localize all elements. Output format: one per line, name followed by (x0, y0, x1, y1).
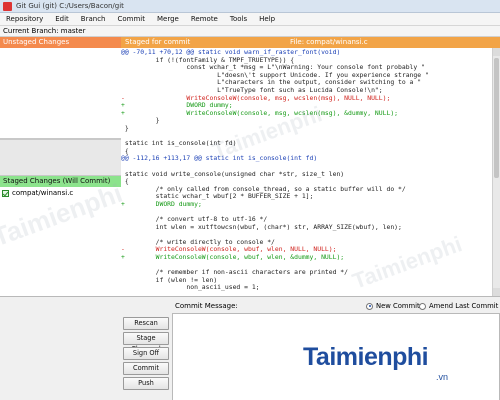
diff-line-ctx: static void write_console(unsigned char … (121, 169, 345, 178)
window-title: Git Gui (git) C:/Users/Bacon/git (16, 2, 124, 10)
rescan-button[interactable]: Rescan (123, 317, 169, 330)
action-buttons: Rescan Stage Changed Sign Off Commit Pus… (121, 297, 171, 400)
unstaged-changes-header: Unstaged Changes (0, 37, 121, 48)
menu-tools[interactable]: Tools (224, 15, 253, 23)
diff-line-ctx: } (121, 116, 160, 125)
menu-branch[interactable]: Branch (75, 15, 112, 23)
diff-viewer[interactable]: @@ -70,11 +70,12 @@ static void warn_if_… (121, 48, 492, 296)
commit-button[interactable]: Commit (123, 362, 169, 375)
radio-unselected-icon[interactable] (419, 302, 426, 310)
scroll-up-arrow-icon[interactable] (493, 48, 500, 56)
diff-line-ctx: int wlen = xutftowcsn(wbuf, (char*) str,… (121, 222, 402, 231)
diff-line-ctx: static int is_console(int fd) (121, 139, 237, 148)
file-lists-pane: Unstaged Changes Staged Changes (Will Co… (0, 37, 121, 296)
amend-commit-radio[interactable]: Amend Last Commit (419, 302, 498, 310)
push-button[interactable]: Push (123, 377, 169, 390)
menu-repository[interactable]: Repository (0, 15, 49, 23)
diff-file-name: File: compat/winansi.c (290, 38, 368, 46)
diff-line-ctx: } (121, 123, 129, 132)
scrollbar-thumb[interactable] (494, 58, 499, 178)
sign-off-button[interactable]: Sign Off (123, 347, 169, 360)
staged-changes-header: Staged Changes (Will Commit) (0, 176, 121, 187)
new-commit-radio[interactable]: New Commit (366, 302, 420, 310)
menu-help[interactable]: Help (253, 15, 281, 23)
current-branch-label: Current Branch: master (0, 26, 500, 37)
pane-splitter[interactable] (0, 139, 121, 176)
taimienphi-logo-vn: .vn (436, 372, 449, 382)
git-gui-app-icon (3, 1, 12, 11)
new-commit-label: New Commit (376, 302, 420, 310)
staged-check-icon[interactable] (2, 189, 9, 197)
unstaged-changes-list[interactable] (0, 48, 121, 139)
menu-edit[interactable]: Edit (49, 15, 75, 23)
diff-header: Staged for commit File: compat/winansi.c (121, 37, 500, 48)
amend-commit-label: Amend Last Commit (429, 302, 499, 310)
taimienphi-logo: Taimienphi (303, 343, 429, 371)
staged-file-name: compat/winansi.c (12, 189, 74, 197)
stage-changed-button[interactable]: Stage Changed (123, 332, 169, 353)
menubar: Repository Edit Branch Commit Merge Remo… (0, 13, 500, 26)
diff-line-hunk: @@ -112,16 +113,17 @@ static int is_cons… (121, 154, 318, 163)
diff-scrollbar[interactable] (492, 48, 500, 296)
menu-commit[interactable]: Commit (112, 15, 152, 23)
staged-file-item[interactable]: compat/winansi.c (2, 189, 73, 197)
diff-status: Staged for commit (125, 38, 191, 46)
commit-message-label: Commit Message: (175, 302, 238, 310)
diff-line-add: + DWORD dummy; (121, 199, 202, 208)
menu-remote[interactable]: Remote (185, 15, 224, 23)
menu-merge[interactable]: Merge (151, 15, 185, 23)
staged-changes-list[interactable]: compat/winansi.c (0, 187, 121, 296)
radio-selected-icon[interactable] (366, 302, 373, 310)
window-titlebar: Git Gui (git) C:/Users/Bacon/git (0, 0, 500, 13)
scroll-down-arrow-icon[interactable] (493, 288, 500, 296)
diff-line-ctx: non_ascii_used = 1; (121, 283, 260, 292)
diff-line-add: + WriteConsoleW(console, wbuf, wlen, &du… (121, 253, 345, 262)
diff-line-add: + WriteConsoleW(console, msg, wcslen(msg… (121, 108, 399, 117)
